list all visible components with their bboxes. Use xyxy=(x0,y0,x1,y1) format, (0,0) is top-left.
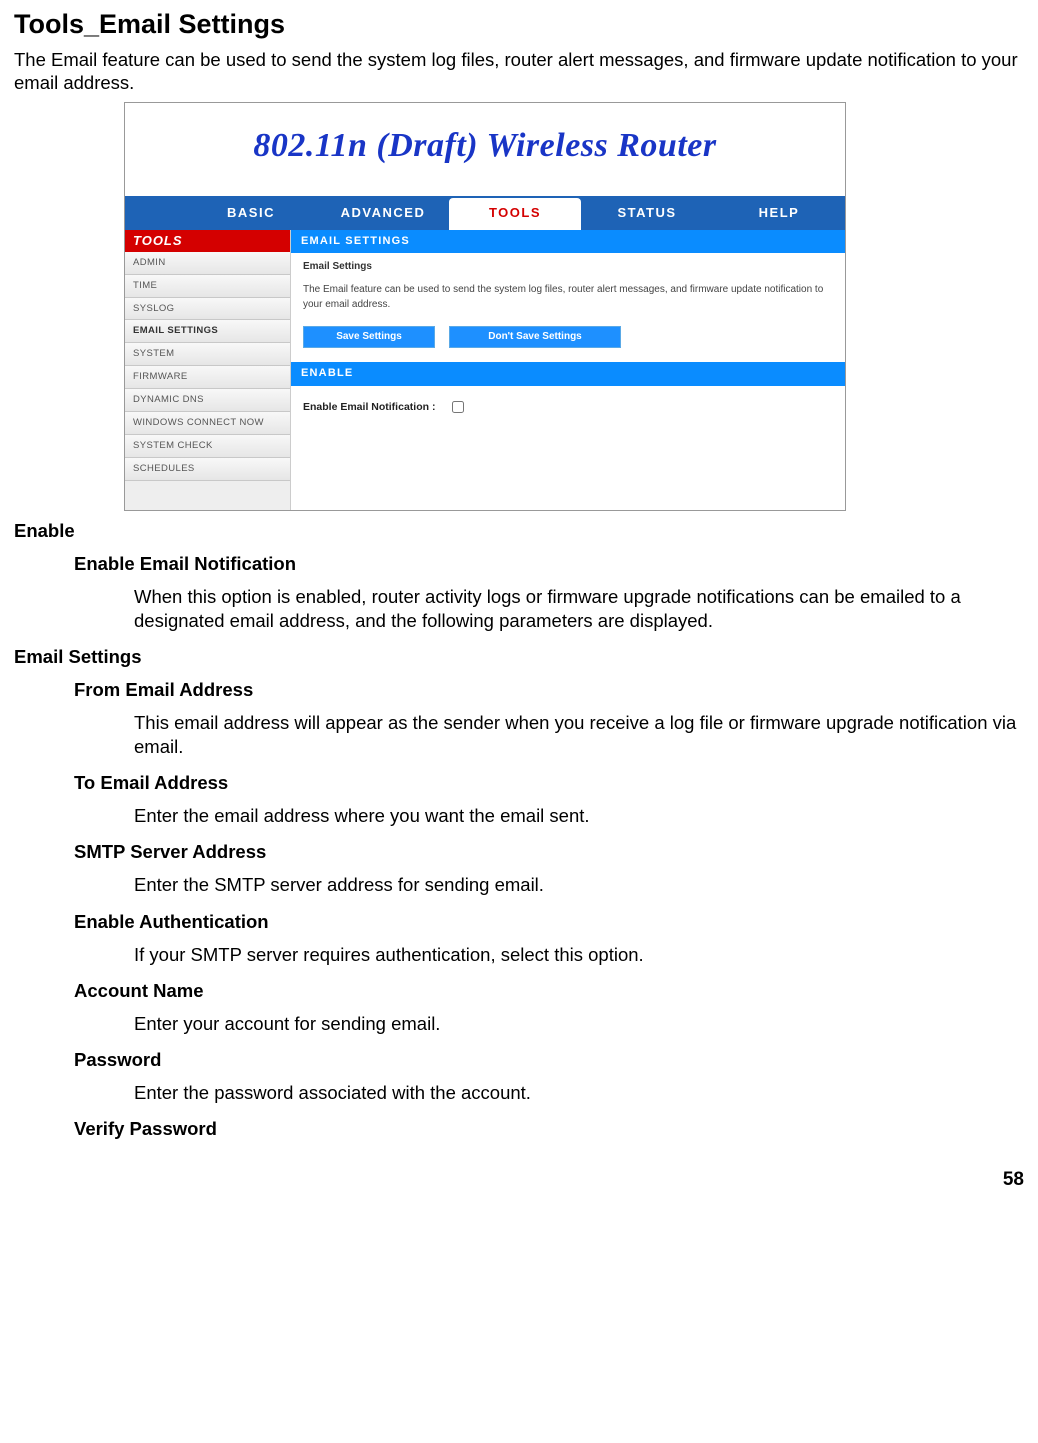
heading-verify-password: Verify Password xyxy=(74,1117,1024,1140)
enable-email-label: Enable Email Notification : xyxy=(303,401,435,413)
panel-heading-email-settings: EMAIL SETTINGS xyxy=(291,230,845,254)
router-banner: 802.11n (Draft) Wireless Router xyxy=(125,103,845,196)
top-nav: BASIC ADVANCED TOOLS STATUS HELP xyxy=(125,196,845,230)
tab-advanced[interactable]: ADVANCED xyxy=(317,196,449,230)
tab-status[interactable]: STATUS xyxy=(581,196,713,230)
screenshot-body: TOOLS ADMIN TIME SYSLOG EMAIL SETTINGS S… xyxy=(125,230,845,510)
text-to-email: Enter the email address where you want t… xyxy=(134,804,1024,828)
page-title: Tools_Email Settings xyxy=(14,8,1024,42)
sidebar-item-dynamic-dns[interactable]: DYNAMIC DNS xyxy=(125,389,290,412)
sidebar-item-schedules[interactable]: SCHEDULES xyxy=(125,458,290,481)
page-number: 58 xyxy=(14,1168,1024,1192)
text-enable-email-notification: When this option is enabled, router acti… xyxy=(134,585,1024,633)
tab-basic[interactable]: BASIC xyxy=(185,196,317,230)
heading-smtp-server: SMTP Server Address xyxy=(74,840,1024,863)
heading-from-email: From Email Address xyxy=(74,678,1024,701)
sidebar-item-system[interactable]: SYSTEM xyxy=(125,343,290,366)
enable-panel-body: Enable Email Notification : xyxy=(291,386,845,442)
tab-tools[interactable]: TOOLS xyxy=(449,198,581,230)
embedded-screenshot: 802.11n (Draft) Wireless Router BASIC AD… xyxy=(124,102,846,511)
heading-email-settings: Email Settings xyxy=(14,645,1024,668)
heading-enable-email-notification: Enable Email Notification xyxy=(74,552,1024,575)
sidebar: TOOLS ADMIN TIME SYSLOG EMAIL SETTINGS S… xyxy=(125,230,291,510)
main-panel: EMAIL SETTINGS Email Settings The Email … xyxy=(291,230,845,510)
text-enable-authentication: If your SMTP server requires authenticat… xyxy=(134,943,1024,967)
text-from-email: This email address will appear as the se… xyxy=(134,711,1024,759)
nav-spacer xyxy=(125,196,185,230)
sidebar-item-time[interactable]: TIME xyxy=(125,275,290,298)
panel-heading-enable: ENABLE xyxy=(291,362,845,386)
tab-help[interactable]: HELP xyxy=(713,196,845,230)
intro-text: The Email feature can be used to send th… xyxy=(14,48,1024,94)
panel-body-email-settings: Email Settings The Email feature can be … xyxy=(291,253,845,362)
sidebar-item-admin[interactable]: ADMIN xyxy=(125,252,290,275)
text-smtp-server: Enter the SMTP server address for sendin… xyxy=(134,873,1024,897)
text-password: Enter the password associated with the a… xyxy=(134,1081,1024,1105)
doc-body: Enable Enable Email Notification When th… xyxy=(14,519,1024,1141)
heading-enable-authentication: Enable Authentication xyxy=(74,910,1024,933)
save-settings-button[interactable]: Save Settings xyxy=(303,326,435,349)
sidebar-item-windows-connect-now[interactable]: WINDOWS CONNECT NOW xyxy=(125,412,290,435)
sidebar-item-system-check[interactable]: SYSTEM CHECK xyxy=(125,435,290,458)
text-account-name: Enter your account for sending email. xyxy=(134,1012,1024,1036)
heading-enable: Enable xyxy=(14,519,1024,542)
sidebar-item-email-settings[interactable]: EMAIL SETTINGS xyxy=(125,320,290,343)
heading-account-name: Account Name xyxy=(74,979,1024,1002)
sidebar-item-firmware[interactable]: FIRMWARE xyxy=(125,366,290,389)
button-row: Save Settings Don't Save Settings xyxy=(303,326,833,349)
panel-description: The Email feature can be used to send th… xyxy=(303,282,833,312)
sidebar-item-syslog[interactable]: SYSLOG xyxy=(125,298,290,321)
sidebar-heading: TOOLS xyxy=(125,230,290,252)
enable-email-checkbox[interactable] xyxy=(452,401,464,413)
heading-password: Password xyxy=(74,1048,1024,1071)
dont-save-settings-button[interactable]: Don't Save Settings xyxy=(449,326,621,349)
panel-subheading: Email Settings xyxy=(303,261,833,274)
heading-to-email: To Email Address xyxy=(74,771,1024,794)
